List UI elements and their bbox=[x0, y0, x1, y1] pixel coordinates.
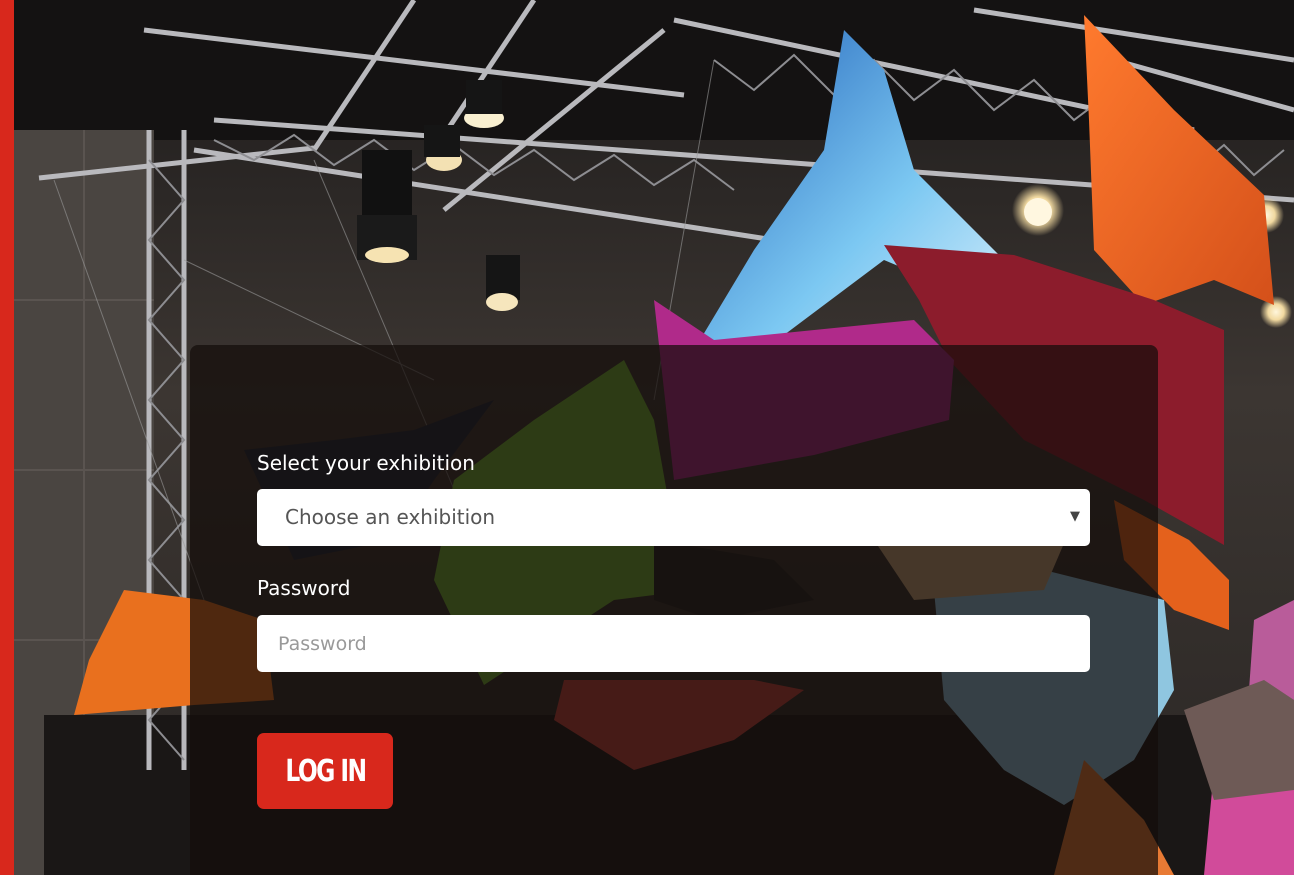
brand-accent-strip bbox=[0, 0, 14, 875]
login-page: Select your exhibition Choose an exhibit… bbox=[0, 0, 1294, 875]
password-field-label: Password bbox=[257, 576, 351, 600]
login-button[interactable]: LOG IN bbox=[257, 733, 393, 809]
exhibition-field-label: Select your exhibition bbox=[257, 451, 475, 475]
exhibition-select[interactable]: Choose an exhibition ▼ bbox=[257, 489, 1090, 546]
chevron-down-icon: ▼ bbox=[1070, 509, 1080, 524]
login-button-label: LOG IN bbox=[284, 753, 367, 789]
exhibition-select-value: Choose an exhibition bbox=[285, 505, 496, 529]
password-input[interactable] bbox=[257, 615, 1090, 672]
